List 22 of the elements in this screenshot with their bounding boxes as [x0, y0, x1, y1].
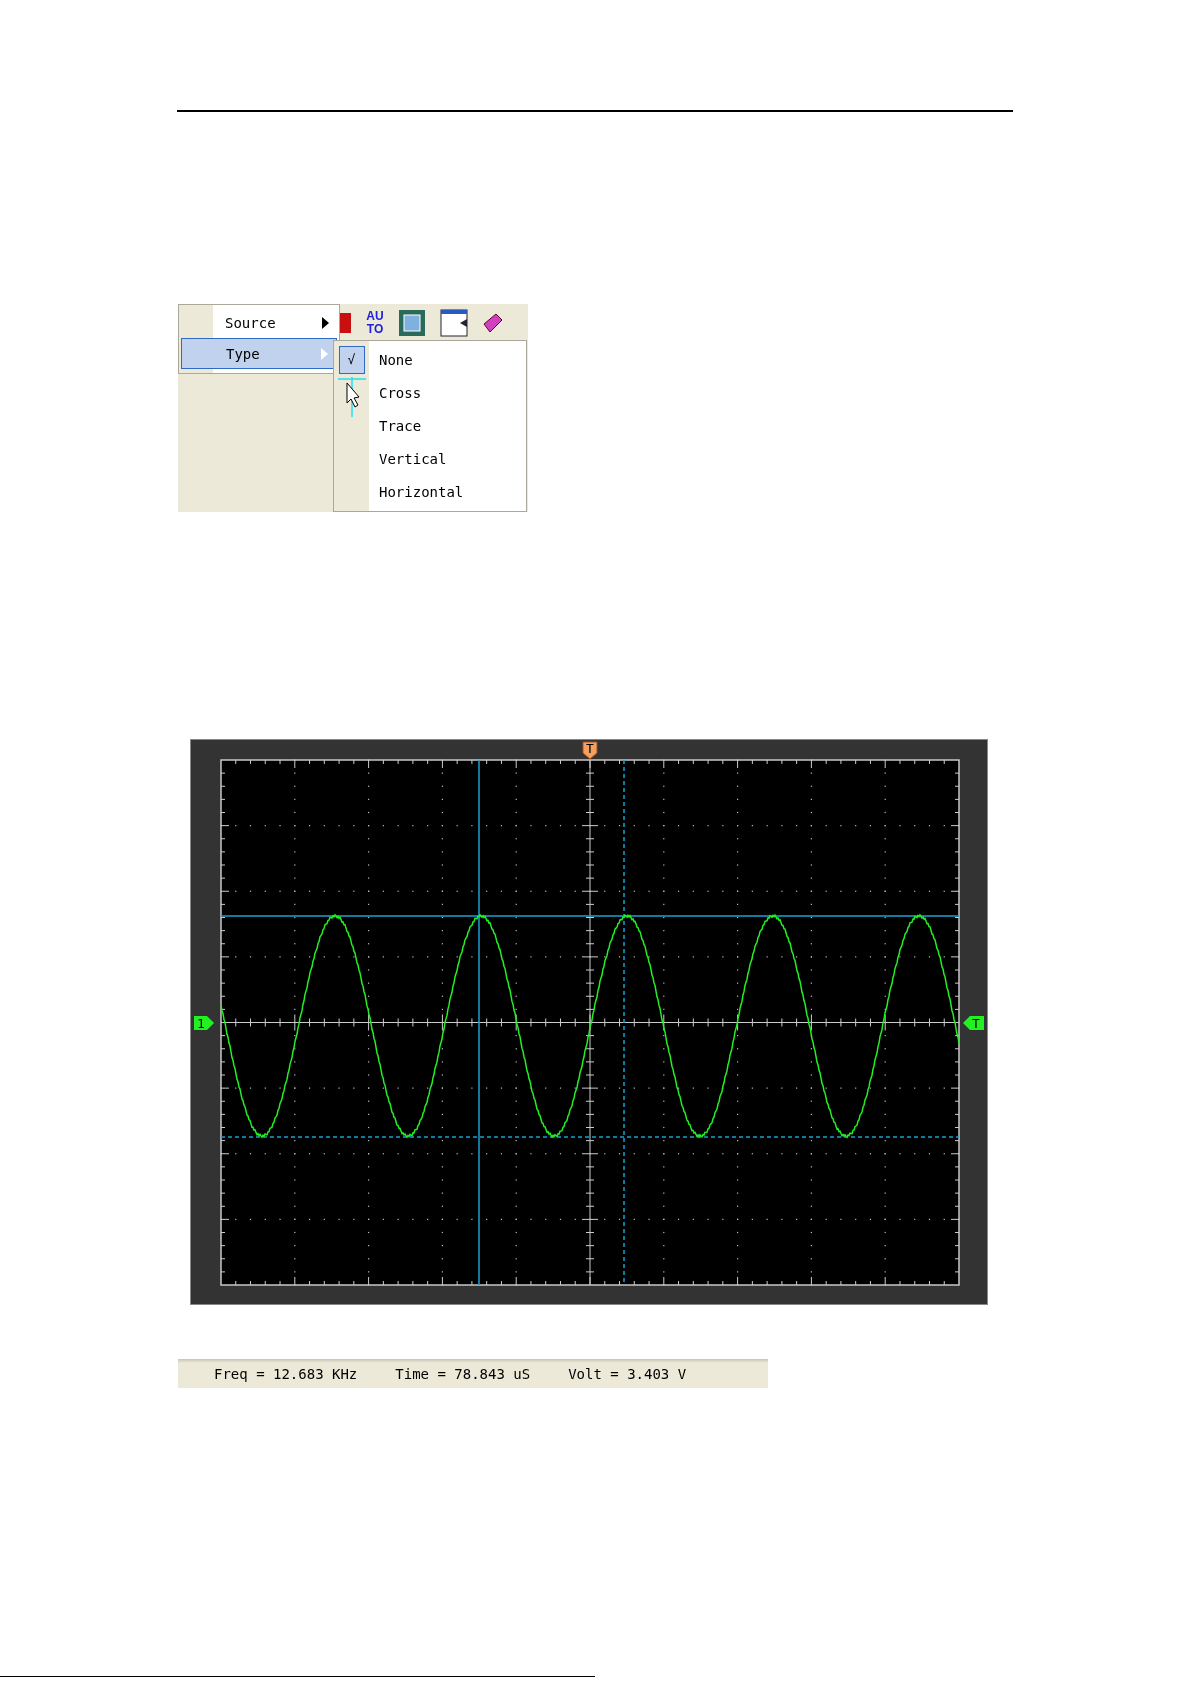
- menu-item[interactable]: Horizontal: [334, 475, 526, 508]
- trigger-position-marker[interactable]: T: [582, 741, 598, 760]
- horizontal-cursor-line[interactable]: [220, 915, 960, 917]
- trigger-level-marker[interactable]: T: [963, 1016, 984, 1031]
- menu-item[interactable]: Trace: [334, 409, 526, 442]
- checkmark-icon: √: [338, 345, 365, 374]
- screen-icon[interactable]: [398, 309, 426, 337]
- status-reading: Freq = 12.683 KHz: [214, 1365, 358, 1382]
- menu-item-label: Source: [225, 314, 277, 331]
- menu-item[interactable]: Cross: [334, 376, 526, 409]
- menu-item[interactable]: Type: [181, 338, 337, 369]
- menu-item[interactable]: Vertical: [334, 442, 526, 475]
- status-reading: Volt = 3.403 V: [568, 1365, 687, 1382]
- menu-item[interactable]: √ None: [334, 343, 526, 376]
- mouse-pointer-icon: [337, 377, 367, 417]
- menu-item-label: Type: [226, 345, 261, 362]
- channel-marker[interactable]: 1: [194, 1016, 214, 1031]
- auto-button[interactable]: AUTO: [366, 310, 384, 336]
- menu-item[interactable]: Source: [181, 307, 337, 338]
- status-reading: Time = 78.843 uS: [395, 1365, 531, 1382]
- horizontal-cursor-line-dashed[interactable]: [220, 1136, 960, 1138]
- window-icon[interactable]: [440, 309, 468, 337]
